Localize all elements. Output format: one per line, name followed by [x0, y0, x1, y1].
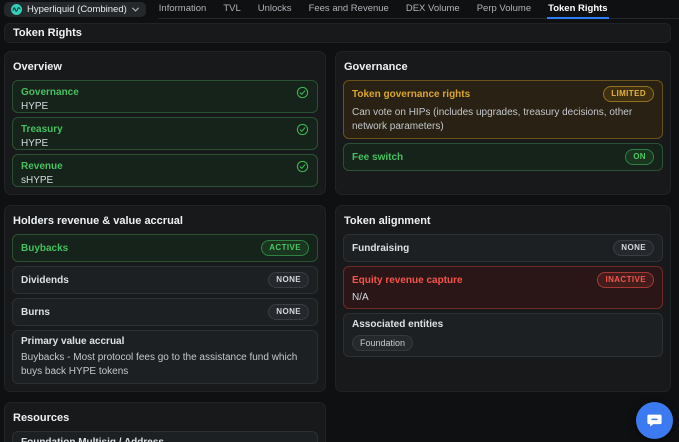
fundraising-label: Fundraising: [352, 243, 409, 254]
associated-entities-label: Associated entities: [352, 319, 443, 330]
foundation-multisig-label: Foundation Multisig / Address: [21, 437, 232, 442]
tab-dex-volume[interactable]: DEX Volume: [405, 0, 461, 19]
overview-row-governance: Governance HYPE: [12, 80, 318, 113]
overview-treasury-label: Treasury: [21, 124, 63, 135]
fundraising-row: Fundraising NONE: [343, 234, 663, 262]
page-title-bar: Token Rights: [4, 23, 671, 43]
chat-support-button[interactable]: [636, 402, 673, 439]
overview-governance-label: Governance: [21, 87, 79, 98]
equity-revenue-capture-row: Equity revenue capture INACTIVE N/A: [343, 266, 663, 309]
active-badge: ACTIVE: [261, 240, 309, 256]
resources-card-title: Resources: [13, 412, 317, 424]
tab-unlocks[interactable]: Unlocks: [257, 0, 293, 19]
fee-switch-label: Fee switch: [352, 152, 403, 163]
tab-tvl[interactable]: TVL: [222, 0, 241, 19]
token-alignment-card: Token alignment Fundraising NONE Equity …: [335, 205, 671, 392]
overview-card-title: Overview: [13, 61, 317, 73]
token-rights-page: Hyperliquid (Combined) Information TVL U…: [0, 0, 679, 442]
equity-revenue-capture-value: N/A: [352, 292, 654, 303]
governance-card: Governance Token governance rights LIMIT…: [335, 51, 671, 195]
limited-badge: LIMITED: [603, 86, 654, 102]
holders-revenue-card-title: Holders revenue & value accrual: [13, 215, 317, 227]
none-badge: NONE: [268, 272, 309, 288]
governance-card-title: Governance: [344, 61, 662, 73]
overview-treasury-value: HYPE: [21, 138, 309, 149]
tab-fees-and-revenue[interactable]: Fees and Revenue: [308, 0, 390, 19]
chat-bubble-icon: [645, 411, 664, 430]
buybacks-label: Buybacks: [21, 243, 68, 254]
token-governance-rights-description: Can vote on HIPs (includes upgrades, tre…: [352, 106, 652, 133]
overview-revenue-label: Revenue: [21, 161, 63, 172]
entity-tag-foundation: Foundation: [352, 335, 413, 351]
overview-card: Overview Governance HYPE Treasury H: [4, 51, 326, 195]
check-circle-icon: [296, 123, 309, 136]
holders-revenue-card: Holders revenue & value accrual Buybacks…: [4, 205, 326, 392]
overview-row-treasury: Treasury HYPE: [12, 117, 318, 150]
burns-label: Burns: [21, 307, 50, 318]
protocol-selector-label: Hyperliquid (Combined): [27, 4, 127, 15]
associated-entities-row: Associated entities Foundation: [343, 313, 663, 357]
dividends-label: Dividends: [21, 275, 69, 286]
hyperliquid-logo-icon: [11, 4, 22, 15]
foundation-multisig-row: Foundation Multisig / Address 0xfefefefe…: [12, 431, 318, 442]
token-alignment-card-title: Token alignment: [344, 215, 662, 227]
none-badge: NONE: [613, 240, 654, 256]
equity-revenue-capture-label: Equity revenue capture: [352, 275, 463, 286]
tab-perp-volume[interactable]: Perp Volume: [476, 0, 532, 19]
section-tabs: Information TVL Unlocks Fees and Revenue…: [158, 0, 679, 19]
cards-grid: Overview Governance HYPE Treasury H: [0, 43, 679, 442]
burns-row: Burns NONE: [12, 298, 318, 326]
primary-value-accrual-label: Primary value accrual: [21, 336, 124, 347]
check-circle-icon: [296, 160, 309, 173]
overview-governance-value: HYPE: [21, 101, 309, 112]
empty-grid-cell: [335, 402, 671, 442]
primary-value-accrual-row: Primary value accrual Buybacks - Most pr…: [12, 330, 318, 384]
token-governance-rights-row: Token governance rights LIMITED Can vote…: [343, 80, 663, 139]
inactive-badge: INACTIVE: [597, 272, 654, 288]
chevron-down-icon: [132, 7, 139, 12]
overview-revenue-value: sHYPE: [21, 175, 309, 186]
page-title: Token Rights: [13, 27, 82, 39]
top-navigation: Hyperliquid (Combined) Information TVL U…: [0, 0, 679, 19]
buybacks-row: Buybacks ACTIVE: [12, 234, 318, 262]
tab-token-rights[interactable]: Token Rights: [547, 0, 608, 19]
tab-information[interactable]: Information: [158, 0, 208, 19]
overview-row-revenue: Revenue sHYPE: [12, 154, 318, 187]
dividends-row: Dividends NONE: [12, 266, 318, 294]
none-badge: NONE: [268, 304, 309, 320]
resources-card: Resources Foundation Multisig / Address …: [4, 402, 326, 442]
on-badge: ON: [625, 149, 654, 165]
token-governance-rights-label: Token governance rights: [352, 89, 470, 100]
protocol-selector-dropdown[interactable]: Hyperliquid (Combined): [4, 2, 146, 17]
primary-value-accrual-description: Buybacks - Most protocol fees go to the …: [21, 351, 309, 378]
check-circle-icon: [296, 86, 309, 99]
fee-switch-row: Fee switch ON: [343, 143, 663, 171]
